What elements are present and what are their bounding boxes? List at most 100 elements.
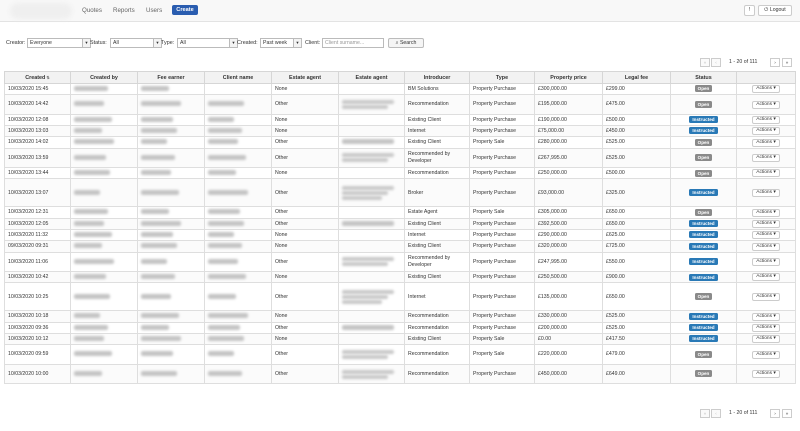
cell-property-price: £320,000.00 bbox=[534, 240, 603, 253]
client-search-input[interactable]: Client surname... bbox=[322, 38, 384, 48]
actions-dropdown-button[interactable]: Actions ▾ bbox=[752, 370, 780, 379]
cell-created: 10/03/2020 13:07 bbox=[4, 178, 71, 208]
actions-dropdown-button[interactable]: Actions ▾ bbox=[752, 138, 780, 147]
redacted-text bbox=[208, 324, 240, 330]
cell-estate-agent-name bbox=[338, 344, 405, 365]
actions-dropdown-button[interactable]: Actions ▾ bbox=[752, 100, 780, 109]
table-row[interactable]: 10/03/2020 15:45 None BM Solutions Property… bbox=[4, 82, 796, 96]
actions-dropdown-button[interactable]: Actions ▾ bbox=[752, 312, 780, 321]
actions-dropdown-button[interactable]: Actions ▾ bbox=[752, 323, 780, 332]
created-select[interactable]: Past week ▼ bbox=[260, 38, 302, 48]
redacted-text bbox=[74, 209, 108, 215]
actions-dropdown-button[interactable]: Actions ▾ bbox=[752, 169, 780, 178]
brand-logo[interactable] bbox=[10, 3, 72, 19]
actions-dropdown-button[interactable]: Actions ▾ bbox=[752, 188, 780, 197]
table-row[interactable]: 10/03/2020 10:42 None Existing Client Prope… bbox=[4, 271, 796, 284]
create-button[interactable]: Create bbox=[172, 5, 198, 15]
table-row[interactable]: 10/03/2020 14:42 Other Recommendation Prope… bbox=[4, 94, 796, 115]
last-page-button[interactable]: » bbox=[782, 409, 792, 418]
cell-estate-agent: None bbox=[271, 271, 339, 284]
cell-created: 10/03/2020 13:44 bbox=[4, 167, 71, 180]
cell-estate-agent-name bbox=[338, 251, 405, 273]
actions-dropdown-button[interactable]: Actions ▾ bbox=[752, 273, 780, 282]
status-badge: Open bbox=[694, 100, 713, 108]
cell-status: Instructed bbox=[670, 217, 737, 231]
cell-client-name bbox=[204, 271, 272, 284]
actions-dropdown-button[interactable]: Actions ▾ bbox=[752, 231, 780, 240]
table-row[interactable]: 10/03/2020 09:36 Other Recommendation Prope… bbox=[4, 321, 796, 335]
table-row[interactable]: 09/03/2020 09:31 None Existing Client Prope… bbox=[4, 240, 796, 253]
table-row[interactable]: 10/03/2020 14:02 Other Existing Client Prop… bbox=[4, 136, 796, 149]
redacted-text bbox=[141, 232, 173, 238]
redacted-text bbox=[208, 209, 240, 215]
table-row[interactable]: 10/03/2020 13:44 None Recommendation Proper… bbox=[4, 167, 796, 180]
actions-dropdown-button[interactable]: Actions ▾ bbox=[752, 242, 780, 251]
creator-select[interactable]: Everyone ▼ bbox=[27, 38, 91, 48]
redacted-text bbox=[74, 101, 104, 107]
redacted-text bbox=[208, 351, 234, 357]
first-page-button[interactable]: « bbox=[700, 58, 710, 67]
cell-property-price: £330,000.00 bbox=[534, 310, 603, 323]
cell-type: Property Purchase bbox=[469, 310, 535, 323]
caret-down-icon: ▾ bbox=[771, 336, 776, 342]
table-row[interactable]: 10/03/2020 11:32 None Internet Property Pur… bbox=[4, 229, 796, 242]
cell-actions: Actions ▾ bbox=[736, 167, 796, 180]
table-row[interactable]: 10/03/2020 12:08 None Existing Client Prope… bbox=[4, 113, 796, 127]
cell-client-name bbox=[204, 333, 272, 346]
chevron-down-icon: ▼ bbox=[82, 39, 90, 47]
page-range-text: 1 - 20 of 111 bbox=[729, 59, 758, 65]
search-icon: ⌕ bbox=[395, 40, 399, 46]
actions-dropdown-button[interactable]: Actions ▾ bbox=[752, 219, 780, 228]
status-badge: Open bbox=[694, 293, 713, 301]
cell-client-name bbox=[204, 125, 272, 138]
nav-quotes[interactable]: Quotes bbox=[82, 7, 102, 14]
col-created-header[interactable]: Created ⇅ bbox=[4, 71, 71, 84]
table-row[interactable]: 10/03/2020 09:59 Other Recommendation Prope… bbox=[4, 344, 796, 365]
status-select[interactable]: All ▼ bbox=[110, 38, 162, 48]
cell-introducer: Recommendation bbox=[404, 363, 470, 385]
actions-dropdown-button[interactable]: Actions ▾ bbox=[752, 85, 780, 94]
last-page-button[interactable]: » bbox=[782, 58, 792, 67]
next-page-button[interactable]: › bbox=[770, 58, 780, 67]
cell-status: Open bbox=[670, 136, 737, 149]
table-row[interactable]: 10/03/2020 11:06 Other Recommended by Deve… bbox=[4, 251, 796, 273]
actions-dropdown-button[interactable]: Actions ▾ bbox=[752, 350, 780, 359]
table-row[interactable]: 10/03/2020 13:07 Other Broker Property Purc… bbox=[4, 178, 796, 208]
prev-page-button[interactable]: ‹ bbox=[711, 58, 721, 67]
search-button[interactable]: ⌕ Search bbox=[388, 38, 424, 48]
table-row[interactable]: 10/03/2020 13:03 None Internet Property Pur… bbox=[4, 125, 796, 138]
cell-type: Property Purchase bbox=[469, 113, 535, 127]
next-page-button[interactable]: › bbox=[770, 409, 780, 418]
table-row[interactable]: 10/03/2020 13:59 Other Recommended by Deve… bbox=[4, 147, 796, 169]
table-row[interactable]: 10/03/2020 10:18 None Recommendation Proper… bbox=[4, 310, 796, 323]
table-header-row: Created ⇅ Created by Fee earner Client name… bbox=[4, 71, 796, 84]
cell-legal-fee: £625.00 bbox=[602, 229, 671, 242]
first-page-button[interactable]: « bbox=[700, 409, 710, 418]
table-row[interactable]: 10/03/2020 12:31 Other Estate Agent Propert… bbox=[4, 206, 796, 219]
table-row[interactable]: 10/03/2020 10:25 Other Internet Property Pu… bbox=[4, 282, 796, 312]
actions-dropdown-button[interactable]: Actions ▾ bbox=[752, 115, 780, 124]
actions-dropdown-button[interactable]: Actions ▾ bbox=[752, 257, 780, 266]
cell-created: 10/03/2020 12:31 bbox=[4, 206, 71, 219]
table-row[interactable]: 10/03/2020 12:05 Other Existing Client Prop… bbox=[4, 217, 796, 231]
type-select[interactable]: All ▼ bbox=[177, 38, 238, 48]
actions-dropdown-button[interactable]: Actions ▾ bbox=[752, 153, 780, 162]
cell-actions: Actions ▾ bbox=[736, 125, 796, 138]
nav-reports[interactable]: Reports bbox=[113, 7, 135, 14]
logout-button[interactable]: ⏻ Logout bbox=[758, 5, 792, 16]
actions-dropdown-button[interactable]: Actions ▾ bbox=[752, 208, 780, 217]
prev-page-button[interactable]: ‹ bbox=[711, 409, 721, 418]
col-created-by-header: Created by bbox=[70, 71, 138, 84]
table-row[interactable]: 10/03/2020 10:12 None Existing Client Prope… bbox=[4, 333, 796, 346]
cell-fee-earner bbox=[137, 363, 205, 385]
cell-estate-agent-name bbox=[338, 113, 405, 127]
actions-dropdown-button[interactable]: Actions ▾ bbox=[752, 127, 780, 136]
cell-created-by bbox=[70, 251, 138, 273]
actions-dropdown-button[interactable]: Actions ▾ bbox=[752, 292, 780, 301]
nav-users[interactable]: Users bbox=[146, 7, 162, 14]
actions-dropdown-button[interactable]: Actions ▾ bbox=[752, 335, 780, 344]
cell-type: Property Purchase bbox=[469, 251, 535, 273]
cell-status: Open bbox=[670, 167, 737, 180]
table-row[interactable]: 10/03/2020 10:00 Other Recommendation Prope… bbox=[4, 363, 796, 385]
help-button[interactable]: ! bbox=[744, 5, 755, 16]
